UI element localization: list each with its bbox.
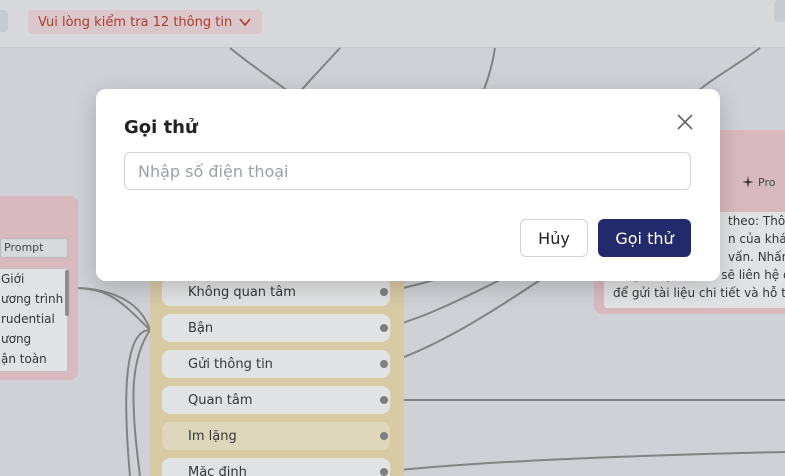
close-icon bbox=[677, 114, 693, 130]
test-call-button[interactable]: Gọi thử bbox=[598, 219, 691, 257]
phone-number-input[interactable] bbox=[124, 152, 691, 190]
dialog-title: Gọi thử bbox=[124, 117, 198, 138]
test-call-dialog: Gọi thử Hủy Gọi thử bbox=[96, 89, 720, 281]
cancel-button[interactable]: Hủy bbox=[520, 219, 588, 257]
close-button[interactable] bbox=[675, 112, 695, 132]
